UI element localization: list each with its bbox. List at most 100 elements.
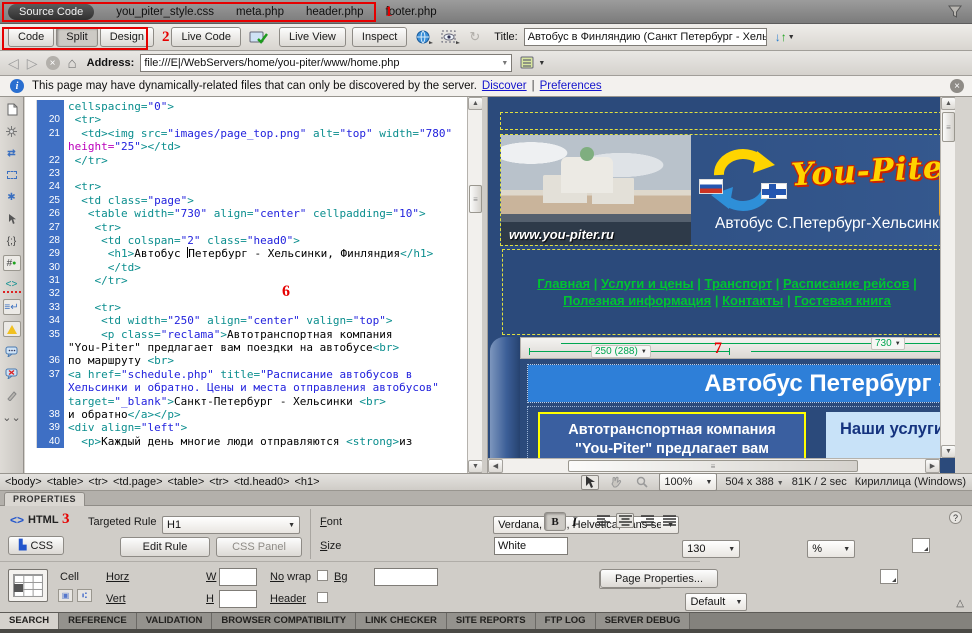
- nav-link[interactable]: Главная: [537, 276, 590, 291]
- code-line[interactable]: 29 <h1>Автобус Петербург - Хельсинки, Фи…: [25, 247, 467, 260]
- code-line[interactable]: Хельсинки и обратно. Цены и места отправ…: [25, 381, 467, 394]
- address-input[interactable]: file:///E|/WebServers/home/you-piter/www…: [140, 54, 512, 72]
- syntax-error-alerts-icon[interactable]: [3, 321, 21, 337]
- scroll-down-arrow[interactable]: ▼: [468, 460, 483, 473]
- tag-selector[interactable]: <body><table><tr><td.page><table><tr><td…: [0, 476, 320, 488]
- nav-link[interactable]: Расписание рейсов: [783, 276, 909, 291]
- refresh-icon[interactable]: ↻: [469, 29, 480, 45]
- bold-button[interactable]: B: [544, 512, 566, 531]
- view-button-split[interactable]: Split: [56, 27, 97, 47]
- results-tab-link-checker[interactable]: LINK CHECKER: [356, 613, 447, 629]
- scroll-down-arrow[interactable]: ▼: [941, 445, 955, 458]
- tag-selector-item[interactable]: <body>: [5, 476, 42, 488]
- design-hscroll-thumb[interactable]: ≡: [568, 460, 858, 472]
- zoom-tool-icon[interactable]: [633, 475, 651, 490]
- results-tab-reference[interactable]: REFERENCE: [59, 613, 137, 629]
- balance-braces-icon[interactable]: {;}: [3, 233, 21, 249]
- browser-list-icon[interactable]: ▼: [520, 56, 545, 70]
- color-value-field[interactable]: White: [494, 537, 568, 555]
- align-justify-icon[interactable]: [660, 513, 678, 528]
- design-canvas[interactable]: www.you-piter.ru You-Piter Автобус С.Пет…: [488, 97, 955, 458]
- code-line[interactable]: 24 <tr>: [25, 180, 467, 193]
- split-cell-icon[interactable]: ⑆: [77, 589, 92, 602]
- live-code-button[interactable]: Live Code: [171, 27, 241, 47]
- tag-selector-item[interactable]: <h1>: [295, 476, 320, 488]
- window-size-dropdown[interactable]: 504 x 388 ▼: [725, 476, 783, 488]
- targeted-rule-dropdown[interactable]: H1▼: [162, 516, 300, 534]
- properties-tab[interactable]: PROPERTIES: [4, 492, 85, 506]
- magnification-dropdown[interactable]: 100%▼: [659, 473, 717, 491]
- code-line[interactable]: 34 <td width="250" align="center" valign…: [25, 314, 467, 327]
- live-view-button[interactable]: Live View: [279, 27, 346, 47]
- css-mode-button[interactable]: ▙ CSS: [8, 536, 64, 555]
- design-horizontal-scrollbar[interactable]: ◀ ≡ ▶: [488, 458, 940, 473]
- select-parent-tag-icon[interactable]: [3, 211, 21, 227]
- source-code-button[interactable]: Source Code: [8, 4, 94, 20]
- page-properties-button[interactable]: Page Properties...: [600, 569, 718, 588]
- scroll-up-arrow[interactable]: ▲: [941, 97, 955, 110]
- expand-all-icon[interactable]: ✱: [3, 189, 21, 205]
- column-width-menu[interactable]: 250 (288)▼: [591, 345, 651, 358]
- code-line[interactable]: 27 <tr>: [25, 221, 467, 234]
- design-vertical-scrollbar[interactable]: ▲ ≡ ▼: [940, 97, 955, 458]
- address-dropdown-arrow[interactable]: ▼: [501, 60, 508, 67]
- code-line[interactable]: 33 <tr>: [25, 301, 467, 314]
- edit-rule-button[interactable]: Edit Rule: [120, 537, 210, 557]
- remove-comment-icon[interactable]: [3, 365, 21, 381]
- results-tab-ftp-log[interactable]: FTP LOG: [536, 613, 596, 629]
- height-field[interactable]: [219, 590, 257, 608]
- tag-selector-item[interactable]: <tr>: [88, 476, 108, 488]
- discover-link[interactable]: Discover: [482, 80, 527, 92]
- code-line[interactable]: 32: [25, 287, 467, 300]
- apply-comment-icon[interactable]: [3, 343, 21, 359]
- check-browser-compatibility-icon[interactable]: [249, 30, 269, 45]
- promo-box[interactable]: Автотранспортная компания "You-Piter" пр…: [538, 412, 806, 458]
- code-line[interactable]: 36по маршруту <br>: [25, 354, 467, 367]
- word-wrap-icon[interactable]: ≡↵: [3, 299, 21, 315]
- scroll-right-arrow[interactable]: ▶: [925, 459, 940, 473]
- size-dropdown[interactable]: 130▼: [682, 540, 740, 558]
- align-center-icon[interactable]: [616, 513, 634, 528]
- code-line[interactable]: 40 <p>Каждый день многие люди отправляют…: [25, 435, 467, 448]
- nav-link[interactable]: Услуги и цены: [601, 276, 694, 291]
- filter-related-files-icon[interactable]: [948, 5, 962, 18]
- results-tab-browser-compatibility[interactable]: BROWSER COMPATIBILITY: [212, 613, 356, 629]
- code-line[interactable]: 25 <td class="page">: [25, 194, 467, 207]
- nav-link[interactable]: Полезная информация: [563, 293, 711, 308]
- view-button-code[interactable]: Code: [8, 27, 54, 47]
- html-mode-button[interactable]: <> HTML: [10, 513, 59, 527]
- services-box[interactable]: Наши услуги: [826, 412, 955, 458]
- code-scroll-thumb[interactable]: ≡: [469, 185, 482, 213]
- related-file-tab[interactable]: header.php: [306, 6, 364, 18]
- tag-selector-item[interactable]: <td.head0>: [234, 476, 290, 488]
- code-line[interactable]: 26 <table width="730" align="center" cel…: [25, 207, 467, 220]
- preferences-link[interactable]: Preferences: [540, 80, 602, 92]
- code-line[interactable]: 30 </td>: [25, 261, 467, 274]
- table-width-indicator[interactable]: 250 (288)▼ 730▼: [520, 337, 955, 359]
- code-line[interactable]: 37<a href="schedule.php" title="Расписан…: [25, 368, 467, 381]
- tag-selector-item[interactable]: <td.page>: [113, 476, 163, 488]
- italic-button[interactable]: I: [572, 514, 577, 530]
- scroll-left-arrow[interactable]: ◀: [488, 459, 503, 473]
- related-file-tab[interactable]: footer.php: [386, 6, 437, 18]
- related-file-tab[interactable]: you_piter_style.css: [116, 6, 214, 18]
- content-cells-row[interactable]: Автотранспортная компания "You-Piter" пр…: [528, 407, 955, 458]
- table-width-menu[interactable]: 730▼: [871, 337, 905, 350]
- unit-dropdown[interactable]: %▼: [807, 540, 855, 558]
- vert-dropdown[interactable]: Default▼: [685, 593, 747, 611]
- back-icon[interactable]: ◁: [8, 55, 19, 72]
- header-checkbox[interactable]: [317, 592, 328, 603]
- more-options-chevron-icon[interactable]: ⌄⌄: [3, 409, 21, 425]
- code-line[interactable]: 23: [25, 167, 467, 180]
- code-line[interactable]: 35 <p class="reclama">Автотранспортная к…: [25, 328, 467, 341]
- site-banner[interactable]: www.you-piter.ru You-Piter Автобус С.Пет…: [500, 134, 952, 246]
- page-heading-bar[interactable]: Автобус Петербург - Хельсинки: [528, 365, 955, 402]
- close-info-bar-icon[interactable]: ×: [950, 79, 964, 93]
- code-line[interactable]: height="25"></td>: [25, 140, 467, 153]
- align-right-icon[interactable]: [638, 513, 656, 528]
- tag-selector-item[interactable]: <tr>: [209, 476, 229, 488]
- home-icon[interactable]: ⌂: [68, 55, 77, 72]
- related-file-tab[interactable]: meta.php: [236, 6, 284, 18]
- select-tool-icon[interactable]: [581, 475, 599, 490]
- view-button-design[interactable]: Design: [100, 27, 154, 47]
